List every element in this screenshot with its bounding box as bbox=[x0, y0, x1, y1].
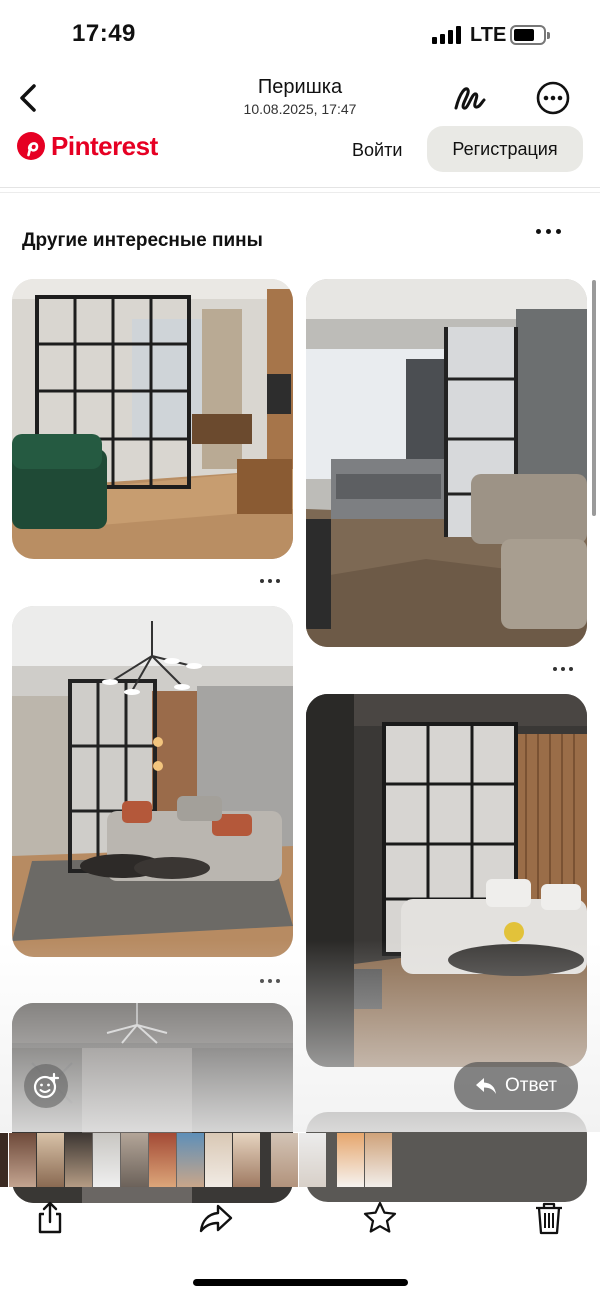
pin-image-1[interactable] bbox=[12, 279, 293, 559]
thumbnail[interactable] bbox=[177, 1133, 204, 1187]
nav-bar: Перишка 10.08.2025, 17:47 bbox=[0, 70, 600, 128]
thumbnail[interactable] bbox=[299, 1133, 326, 1187]
thumbnail[interactable] bbox=[271, 1133, 298, 1187]
pin-1-more-icon[interactable] bbox=[260, 576, 286, 586]
more-options-icon[interactable] bbox=[533, 78, 573, 118]
add-reaction-icon[interactable] bbox=[24, 1064, 68, 1108]
thumbnail[interactable] bbox=[365, 1133, 392, 1187]
pin-image-4[interactable] bbox=[306, 694, 587, 1067]
star-icon[interactable] bbox=[362, 1200, 398, 1236]
login-button[interactable]: Войти bbox=[344, 132, 410, 168]
room-photo-living-room-lamp bbox=[12, 606, 293, 957]
room-photo-bedroom-partition bbox=[306, 279, 587, 647]
pin-2-more-icon[interactable] bbox=[553, 664, 579, 674]
thumbnail[interactable] bbox=[121, 1133, 148, 1187]
forward-icon[interactable] bbox=[198, 1200, 234, 1236]
battery-icon bbox=[510, 25, 550, 45]
pinterest-brand-text: Pinterest bbox=[51, 130, 158, 161]
thumbnail[interactable] bbox=[9, 1133, 36, 1187]
network-type: LTE bbox=[470, 24, 507, 46]
status-bar: 17:49 LTE bbox=[0, 0, 600, 70]
thumbnail[interactable] bbox=[233, 1133, 260, 1187]
thumbnail[interactable] bbox=[37, 1133, 64, 1187]
register-button[interactable]: Регистрация bbox=[427, 126, 583, 172]
section-more-icon[interactable] bbox=[536, 224, 572, 238]
pin-3-more-icon[interactable] bbox=[260, 976, 286, 986]
home-indicator[interactable] bbox=[193, 1279, 408, 1286]
room-photo-corner-sofa bbox=[306, 694, 587, 1067]
thumbnail[interactable] bbox=[0, 1133, 8, 1187]
pinterest-p-icon bbox=[17, 132, 45, 160]
thumbnail[interactable] bbox=[149, 1133, 176, 1187]
reply-button[interactable]: Ответ bbox=[454, 1062, 578, 1110]
reply-arrow-icon bbox=[476, 1078, 496, 1094]
markup-icon[interactable] bbox=[450, 78, 490, 118]
thumbnail[interactable] bbox=[337, 1133, 364, 1187]
cellular-signal-icon bbox=[432, 26, 462, 44]
trash-icon[interactable] bbox=[531, 1200, 567, 1236]
share-icon[interactable] bbox=[32, 1200, 68, 1236]
section-title: Другие интересные пины bbox=[22, 230, 263, 251]
thumbnail-strip[interactable] bbox=[0, 1131, 600, 1189]
thumbnail[interactable] bbox=[93, 1133, 120, 1187]
bottom-toolbar bbox=[0, 1190, 600, 1250]
pin-image-3[interactable] bbox=[12, 606, 293, 957]
room-photo-green-sofa bbox=[12, 279, 293, 559]
reply-label: Ответ bbox=[505, 1075, 557, 1096]
pinterest-header: Pinterest Войти Регистрация bbox=[0, 126, 600, 188]
nav-title: Перишка bbox=[257, 76, 343, 98]
thumbnail[interactable] bbox=[205, 1133, 232, 1187]
pinterest-logo[interactable]: Pinterest bbox=[16, 130, 158, 162]
header-divider bbox=[0, 192, 600, 193]
scroll-indicator[interactable] bbox=[592, 280, 596, 516]
thumbnail[interactable] bbox=[65, 1133, 92, 1187]
nav-subtitle: 10.08.2025, 17:47 bbox=[243, 101, 357, 117]
status-time: 17:49 bbox=[72, 20, 136, 47]
pin-image-2[interactable] bbox=[306, 279, 587, 647]
